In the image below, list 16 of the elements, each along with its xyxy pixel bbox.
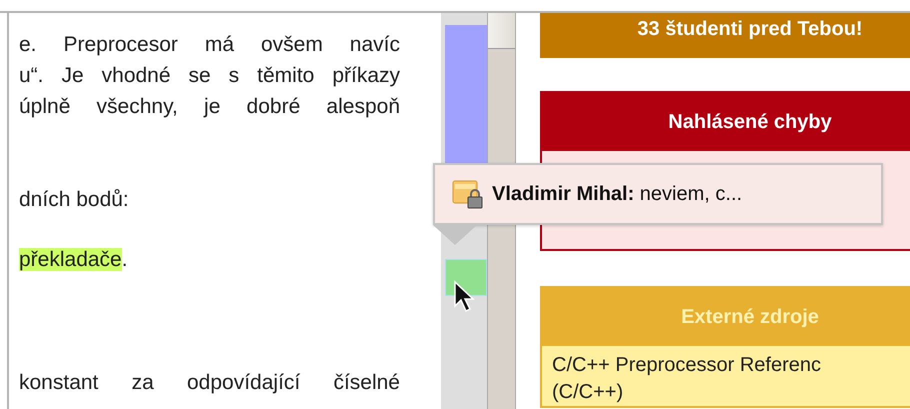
text-line: u“. Je vhodné se s těmito příkazy: [19, 63, 400, 89]
text-line: .: [122, 248, 128, 271]
highlighted-text: překladače: [19, 248, 122, 271]
panel-header: Nahlásené chyby: [542, 93, 910, 151]
text-line: úplně všechny, je dobré alespoň: [19, 94, 400, 120]
panel-header: 33 študenti pred Tebou!: [542, 15, 910, 56]
panel-header: Externé zdroje: [542, 288, 910, 346]
text-line: konstant za odpovídající číselné: [19, 370, 400, 396]
resource-link[interactable]: (C/C++): [552, 379, 910, 406]
scrollbar-thumb[interactable]: [488, 13, 515, 49]
resource-link[interactable]: C/C++ Preprocessor Referenc: [552, 352, 910, 379]
text-line: e. Preprocesor má ovšem navíc: [19, 32, 400, 58]
tooltip-text: Vladimir Mihal: neviem, c...: [492, 182, 742, 206]
note-lock-icon: [452, 179, 484, 209]
comment-marker[interactable]: [445, 259, 487, 296]
text-line: dních bodů:: [19, 187, 130, 213]
